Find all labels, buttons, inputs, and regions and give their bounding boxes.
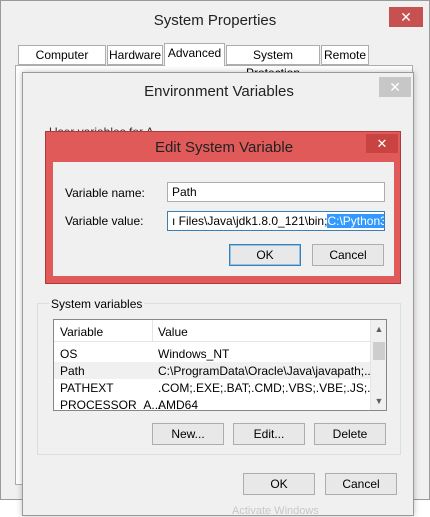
scroll-down-icon[interactable]: ▼ [371,394,386,408]
variable-cell: Path [60,364,85,378]
dialog-title: Edit System Variable [154,139,294,156]
column-header-value[interactable]: Value [158,325,188,339]
table-header: Variable Value [54,320,372,342]
variable-value-label: Variable value: [65,214,144,228]
cancel-button[interactable]: Cancel [325,473,397,495]
edit-button[interactable]: Edit... [233,423,305,445]
variable-value-selection: C:\Python36 [327,214,384,228]
close-icon[interactable]: ✕ [389,7,423,27]
variable-cell: OS [60,347,78,361]
variable-name-label: Variable name: [65,186,145,200]
tab-computer-name[interactable]: Computer Name [18,45,106,80]
value-cell: Windows_NT [158,347,230,361]
window-title: Environment Variables [144,83,294,100]
edit-system-variable-dialog: Edit System Variable ✕ Variable name: Pa… [45,131,401,284]
column-divider[interactable] [152,320,153,342]
tab-system-protection[interactable]: System Protection [226,45,320,80]
ok-button[interactable]: OK [229,244,301,266]
tab-advanced[interactable]: Advanced [164,43,225,66]
table-row[interactable]: PATHEXT .COM;.EXE;.BAT;.CMD;.VBS;.VBE;.J… [54,379,372,396]
table-row[interactable]: OS Windows_NT [54,345,372,362]
value-cell: .COM;.EXE;.BAT;.CMD;.VBS;.VBE;.JS;.... [158,381,370,395]
close-icon[interactable]: ✕ [379,77,411,97]
system-variables-label: System variables [49,297,145,311]
delete-button[interactable]: Delete [314,423,386,445]
scroll-up-icon[interactable]: ▲ [371,322,386,336]
variable-value-text: ı Files\Java\jdk1.8.0_121\bin; [172,214,328,228]
value-cell: C:\ProgramData\Oracle\Java\javapath;... [158,364,370,378]
scroll-thumb[interactable] [373,342,385,360]
column-header-variable[interactable]: Variable [60,325,103,339]
table-row[interactable]: PROCESSOR_A... AMD64 [54,396,372,411]
value-cell: AMD64 [158,398,199,411]
vertical-scrollbar[interactable]: ▲ ▼ [370,320,386,410]
system-variables-table[interactable]: Variable Value OS Windows_NT Path C:\Pro… [53,319,387,411]
variable-name-field[interactable]: Path [167,182,385,202]
ok-button[interactable]: OK [243,473,315,495]
activate-windows-watermark: Activate Windows [232,505,319,517]
variable-cell: PROCESSOR_A... [60,398,162,411]
window-title: System Properties [153,12,277,29]
tab-hardware[interactable]: Hardware [107,45,163,65]
variable-value-field[interactable]: ı Files\Java\jdk1.8.0_121\bin;C:\Python3… [167,211,385,231]
new-button[interactable]: New... [152,423,224,445]
table-row[interactable]: Path C:\ProgramData\Oracle\Java\javapath… [54,362,372,379]
variable-cell: PATHEXT [60,381,114,395]
system-properties-titlebar[interactable]: System Properties ✕ [1,1,429,39]
dialog-body: Variable name: Path Variable value: ı Fi… [53,162,394,276]
cancel-button[interactable]: Cancel [312,244,384,266]
tab-remote[interactable]: Remote [321,45,369,65]
close-icon[interactable]: ✕ [366,134,398,153]
